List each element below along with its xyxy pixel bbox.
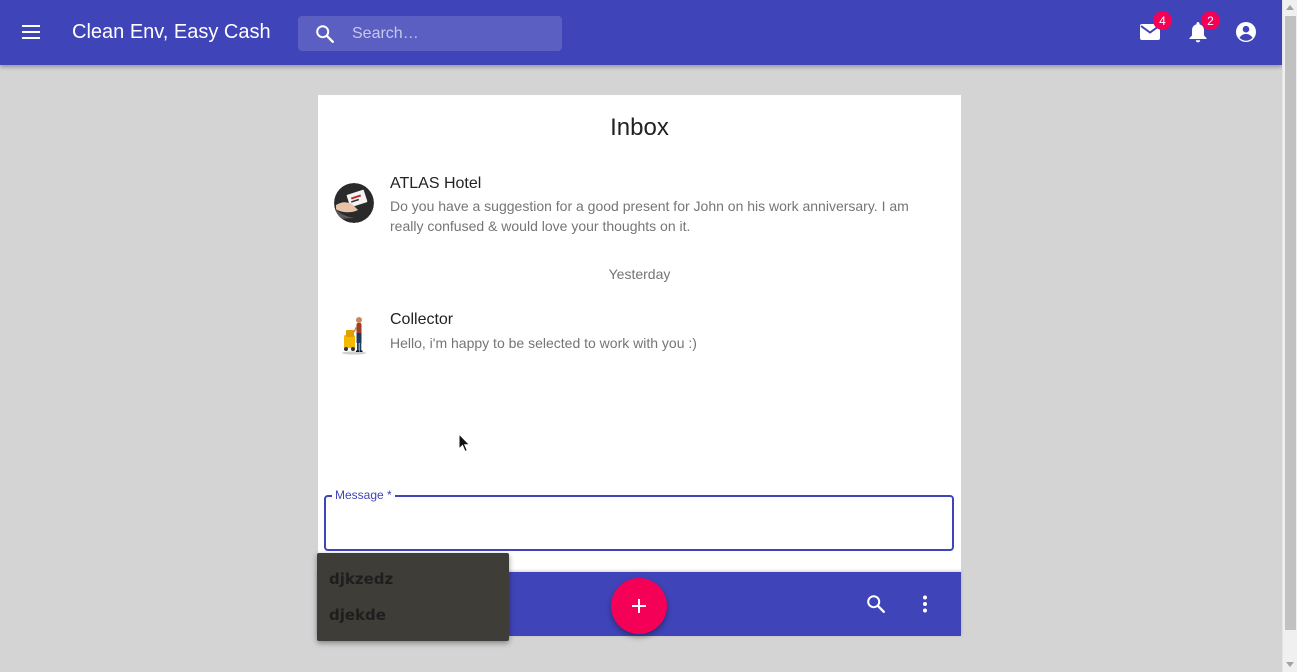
message-item[interactable]: Collector Hello, i'm happy to be selecte… [318,311,961,363]
message-sender: ATLAS Hotel [390,175,482,192]
search-input[interactable] [344,16,554,51]
more-button[interactable] [907,586,943,622]
bottom-search-button[interactable] [858,586,894,622]
menu-button[interactable] [14,14,50,50]
message-item[interactable]: ATLAS Hotel Do you have a suggestion for… [318,173,961,243]
search-icon [316,25,334,43]
message-field[interactable]: Message * [324,488,954,551]
page-scrollbar[interactable] [1282,0,1297,672]
account-button[interactable] [1228,14,1264,50]
message-input[interactable] [336,509,941,537]
autocomplete-dropdown: djkzedz djekde [317,553,509,641]
message-field-label: Message * [332,488,395,502]
inbox-card: Inbox ATLAS Hotel Do you have a suggesti… [318,95,961,573]
notifications-button[interactable]: 2 [1180,11,1220,50]
more-vert-icon [923,595,927,613]
autocomplete-option[interactable]: djekde [317,603,509,639]
hotel-avatar [334,183,374,223]
message-preview: Hello, i'm happy to be selected to work … [390,335,697,351]
scroll-thumb[interactable] [1285,16,1296,630]
message-sender: Collector [390,311,454,328]
notifications-badge: 2 [1201,11,1220,30]
search-icon [867,595,885,613]
scroll-up-arrow[interactable] [1286,5,1294,10]
mail-button[interactable]: 4 [1132,11,1172,50]
account-circle-icon [1236,22,1256,42]
collector-avatar [334,315,374,355]
autocomplete-option[interactable]: djkzedz [317,567,509,603]
day-separator: Yesterday [608,266,671,282]
search-box[interactable] [298,16,562,51]
mail-badge: 4 [1153,11,1172,30]
add-icon [632,599,646,613]
scroll-down-arrow[interactable] [1286,662,1294,667]
app-title: Clean Env, Easy Cash [72,21,271,43]
mouse-cursor-icon [458,433,471,453]
menu-icon [22,25,40,39]
inbox-title: Inbox [610,114,669,141]
message-preview: Do you have a suggestion for a good pres… [390,198,909,234]
app-bar: Clean Env, Easy Cash 4 2 [0,0,1282,65]
add-button[interactable] [611,578,667,634]
